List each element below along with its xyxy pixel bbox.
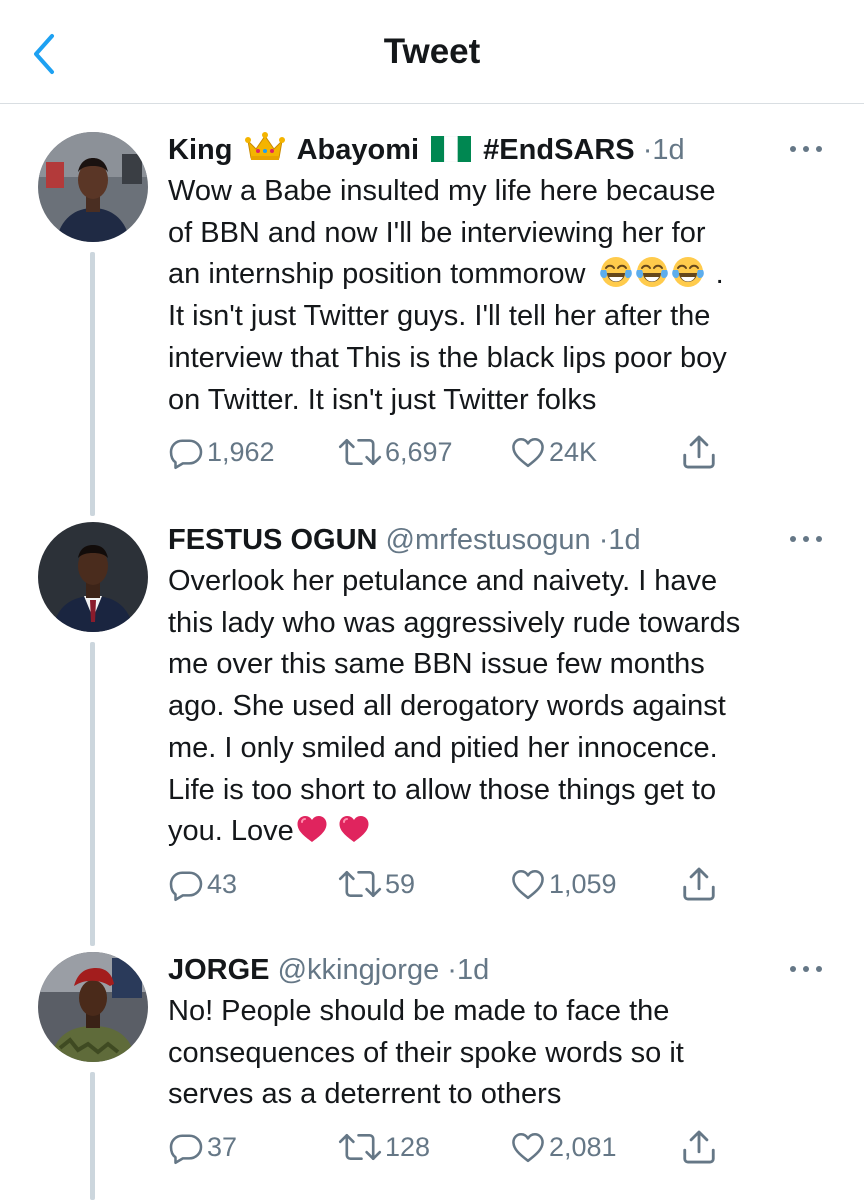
tweet-text-line: me. I only smiled and pitied her innocen… xyxy=(168,731,718,764)
separator: · xyxy=(447,954,457,986)
top-bar: Tweet xyxy=(0,0,864,104)
like-count: 1,059 xyxy=(549,868,617,899)
display-name[interactable]: JORGE xyxy=(168,954,270,986)
red-heart-icon xyxy=(296,813,328,845)
tweet-actions: 43 59 1,059 xyxy=(168,864,768,904)
tweet-text-line: Wow a Babe insulted my life here because xyxy=(168,175,716,207)
username[interactable]: @kkingjorge xyxy=(278,954,440,986)
tweet-actions: 1,962 6,697 24K xyxy=(168,432,768,472)
tears-of-joy-icon xyxy=(672,256,704,288)
thread-line xyxy=(90,642,95,946)
tweet-text-line: an internship position tommorow . xyxy=(168,254,838,296)
like-count: 24K xyxy=(549,436,598,467)
red-heart-icon xyxy=(338,813,370,845)
tweet-text-fragment: you. Love xyxy=(168,815,294,848)
share-icon xyxy=(680,1128,718,1166)
reply-tweet[interactable]: King Abayomi #EndSARS ·1d Wow a Babe ins… xyxy=(0,130,864,516)
display-name[interactable]: King xyxy=(168,134,232,166)
reply-icon xyxy=(168,866,204,902)
retweet-icon xyxy=(338,866,382,902)
display-name[interactable]: FESTUS OGUN xyxy=(168,524,377,556)
tweet-text-line: ago. She used all derogatory words again… xyxy=(168,690,726,723)
more-options-icon[interactable] xyxy=(788,962,824,976)
retweet-count: 59 xyxy=(385,868,416,899)
share-icon xyxy=(680,865,718,903)
reply-icon xyxy=(168,434,204,470)
username[interactable]: @mrfestusogun xyxy=(386,524,591,556)
share-button[interactable] xyxy=(680,864,718,904)
share-icon xyxy=(680,433,718,471)
separator: · xyxy=(642,134,653,166)
tweet-text-line: consequences of their spoke words so it xyxy=(168,1036,684,1069)
tweet-text: No! People should be made to face the co… xyxy=(168,991,838,1116)
tweet-text-line: interview that This is the black lips po… xyxy=(168,341,727,374)
tweet-text-line: on Twitter. It isn't just Twitter folks xyxy=(168,383,597,416)
tweet-text-line: you. Love xyxy=(168,811,838,853)
avatar[interactable] xyxy=(38,522,148,632)
retweet-button[interactable]: 59 xyxy=(338,864,415,904)
page-title: Tweet xyxy=(383,32,481,71)
reply-button[interactable]: 1,962 xyxy=(168,432,275,472)
retweet-count: 128 xyxy=(385,1131,431,1162)
reply-icon xyxy=(168,1129,204,1165)
more-options-icon[interactable] xyxy=(788,532,824,546)
share-button[interactable] xyxy=(680,432,718,472)
retweet-icon xyxy=(338,1129,382,1165)
heart-icon xyxy=(510,434,546,470)
crown-icon xyxy=(245,131,285,163)
more-options-icon[interactable] xyxy=(788,142,824,156)
reply-button[interactable]: 43 xyxy=(168,864,237,904)
tweet-text-line: this lady who was aggressively rude towa… xyxy=(168,606,741,639)
retweet-count: 6,697 xyxy=(385,436,453,467)
tweet-text-fragment: . xyxy=(715,258,724,291)
reply-count: 43 xyxy=(207,868,238,899)
tweet-text-line: me over this same BBN issue few months xyxy=(168,648,705,681)
tweet-actions: 37 128 2,081 xyxy=(168,1127,768,1167)
tweet-text-line: Life is too short to allow those things … xyxy=(168,773,717,806)
tweet-text-line: Overlook her petulance and naivety. I ha… xyxy=(168,565,718,597)
reply-tweet[interactable]: FESTUS OGUN @mrfestusogun ·1d Overlook h… xyxy=(0,520,864,946)
avatar[interactable] xyxy=(38,132,148,242)
share-button[interactable] xyxy=(680,1127,718,1167)
tweet-header: JORGE @kkingjorge ·1d xyxy=(168,950,489,990)
separator: · xyxy=(598,524,609,556)
like-button[interactable]: 1,059 xyxy=(510,864,617,904)
tears-of-joy-icon xyxy=(600,256,632,288)
retweet-icon xyxy=(338,434,382,470)
tweet-text-line: serves as a deterrent to others xyxy=(168,1078,562,1111)
like-count: 2,081 xyxy=(549,1131,617,1162)
reply-count: 37 xyxy=(207,1131,238,1162)
tweet-header: FESTUS OGUN @mrfestusogun ·1d xyxy=(168,520,641,560)
tweet-text-fragment: an internship position tommorow xyxy=(168,258,586,291)
tweet-text-line: of BBN and now I'll be interviewing her … xyxy=(168,216,706,249)
retweet-button[interactable]: 128 xyxy=(338,1127,430,1167)
reply-tweet[interactable]: JORGE @kkingjorge ·1d No! People should … xyxy=(0,950,864,1200)
thread-line xyxy=(90,252,95,516)
like-button[interactable]: 24K xyxy=(510,432,597,472)
tweet-text-line: It isn't just Twitter guys. I'll tell he… xyxy=(168,300,711,333)
like-button[interactable]: 2,081 xyxy=(510,1127,617,1167)
tears-of-joy-icon xyxy=(636,256,668,288)
heart-icon xyxy=(510,866,546,902)
tweet-text: Overlook her petulance and naivety. I ha… xyxy=(168,561,838,853)
tweet-text: Wow a Babe insulted my life here because… xyxy=(168,171,838,421)
reply-button[interactable]: 37 xyxy=(168,1127,237,1167)
avatar[interactable] xyxy=(38,952,148,1062)
timestamp[interactable]: 1d xyxy=(457,954,489,986)
nigeria-flag-icon xyxy=(431,136,471,162)
timestamp[interactable]: 1d xyxy=(652,134,684,166)
timestamp[interactable]: 1d xyxy=(608,524,640,556)
heart-icon xyxy=(510,1129,546,1165)
tweet-header: King Abayomi #EndSARS ·1d xyxy=(168,130,685,170)
tweet-text-line: No! People should be made to face the xyxy=(168,995,670,1027)
thread-line xyxy=(90,1072,95,1200)
display-name-part[interactable]: Abayomi xyxy=(297,134,419,166)
display-name-hashtag[interactable]: #EndSARS xyxy=(483,134,634,166)
reply-count: 1,962 xyxy=(207,436,275,467)
retweet-button[interactable]: 6,697 xyxy=(338,432,453,472)
